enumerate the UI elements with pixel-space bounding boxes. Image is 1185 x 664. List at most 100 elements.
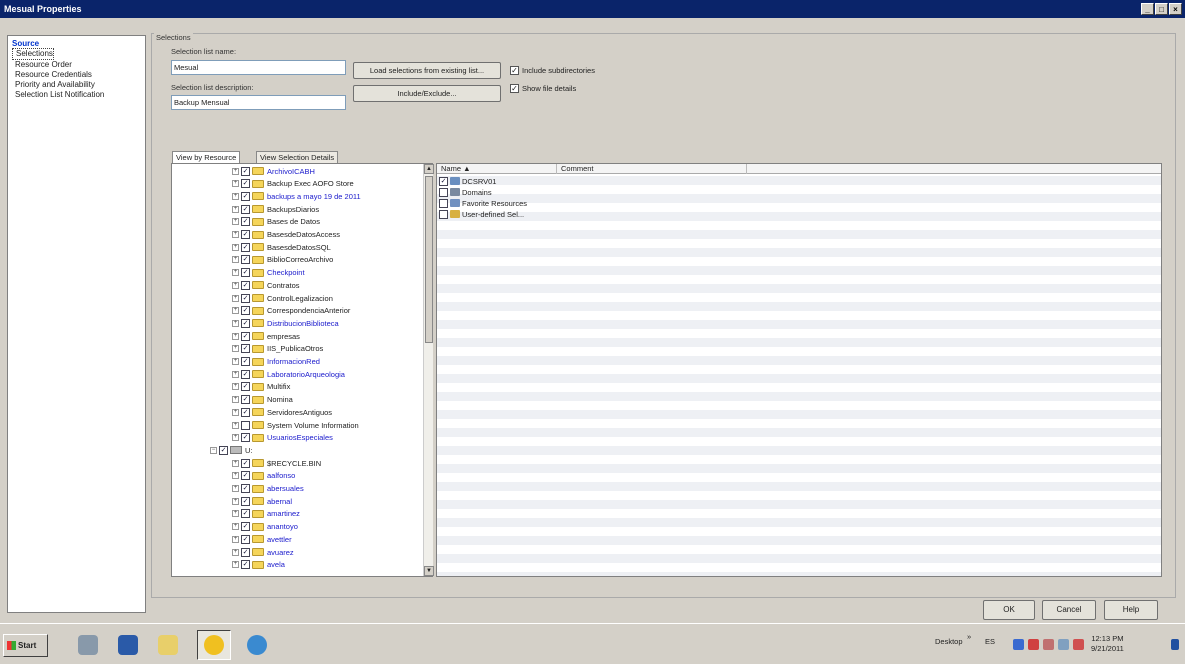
list-item[interactable]: Favorite Resources xyxy=(439,198,527,208)
tree-node[interactable]: + ✓ InformacionRed xyxy=(232,357,320,367)
nav-item-selections[interactable]: Selections xyxy=(12,48,54,60)
antivirus-icon[interactable] xyxy=(1073,639,1084,650)
expand-icon[interactable]: + xyxy=(232,231,239,238)
explorer-folder-icon[interactable] xyxy=(151,630,185,660)
tree-node[interactable]: + ✓ IIS_PublicaOtros xyxy=(232,344,323,354)
tree-node[interactable]: + ✓ DistribucionBiblioteca xyxy=(232,318,339,328)
list-item[interactable]: Domains xyxy=(439,187,492,197)
node-checkbox[interactable]: ✓ xyxy=(241,496,250,506)
tree-node[interactable]: + ✓ aalfonso xyxy=(232,471,295,481)
list-item-checkbox[interactable] xyxy=(439,198,448,208)
collapse-icon[interactable]: − xyxy=(210,446,217,454)
node-checkbox[interactable]: ✓ xyxy=(241,357,250,366)
node-checkbox[interactable]: ✓ xyxy=(241,458,250,468)
node-checkbox[interactable]: ✓ xyxy=(241,369,250,379)
tree-node[interactable]: + ✓ $RECYCLE.BIN xyxy=(232,458,321,468)
cancel-button[interactable]: Cancel xyxy=(1042,600,1096,620)
tree-node[interactable]: + ✓ abernal xyxy=(232,496,292,506)
expand-icon[interactable]: + xyxy=(232,319,239,327)
expand-icon[interactable]: + xyxy=(232,218,239,226)
start-button[interactable]: Start xyxy=(3,634,48,657)
show-desktop-icon[interactable] xyxy=(1171,639,1179,650)
expand-icon[interactable]: + xyxy=(232,561,239,569)
node-checkbox[interactable]: ✓ xyxy=(241,230,250,239)
tree-node[interactable]: + ✓ empresas xyxy=(232,331,300,341)
list-item-checkbox[interactable]: ✓ xyxy=(439,176,448,186)
help-button[interactable]: Help xyxy=(1104,600,1158,620)
expand-icon[interactable]: + xyxy=(232,383,239,391)
node-checkbox[interactable]: ✓ xyxy=(241,407,250,417)
expand-icon[interactable]: + xyxy=(232,192,239,200)
expand-icon[interactable]: + xyxy=(232,294,239,302)
selection-description-input[interactable]: Backup Mensual xyxy=(171,95,346,110)
expand-icon[interactable]: + xyxy=(232,269,239,277)
tree-node[interactable]: + ✓ ControlLegalizacion xyxy=(232,293,333,303)
include-subdirectories-checkbox[interactable]: ✓ Include subdirectories xyxy=(510,66,595,75)
node-checkbox[interactable]: ✓ xyxy=(241,306,250,316)
tree-node[interactable]: + ✓ Multifix xyxy=(232,382,290,392)
expand-icon[interactable]: + xyxy=(232,205,239,213)
nav-item-resource-order[interactable]: Resource Order xyxy=(12,60,141,70)
node-checkbox[interactable]: ✓ xyxy=(241,293,250,303)
network-icon[interactable] xyxy=(1013,639,1024,650)
node-checkbox[interactable]: ✓ xyxy=(241,242,250,252)
node-checkbox[interactable] xyxy=(241,420,250,430)
tree-node[interactable]: + ✓ Backup Exec AOFO Store xyxy=(232,179,354,189)
node-checkbox[interactable]: ✓ xyxy=(241,268,250,278)
tree-node[interactable]: + ✓ LaboratorioArqueologia xyxy=(232,369,345,379)
tree-node[interactable]: + ✓ Contratos xyxy=(232,280,300,290)
scroll-up-icon[interactable]: ▲ xyxy=(424,164,434,174)
node-checkbox[interactable]: ✓ xyxy=(241,318,250,328)
node-checkbox[interactable]: ✓ xyxy=(219,445,228,455)
node-checkbox[interactable]: ✓ xyxy=(241,547,250,557)
server-manager-icon[interactable] xyxy=(71,630,105,660)
expand-icon[interactable]: + xyxy=(232,256,239,264)
node-checkbox[interactable]: ✓ xyxy=(241,331,250,341)
expand-icon[interactable]: + xyxy=(232,485,239,492)
expand-icon[interactable]: + xyxy=(232,548,239,556)
list-item-checkbox[interactable] xyxy=(439,187,448,197)
expand-icon[interactable]: + xyxy=(232,497,239,505)
tree-node[interactable]: + ✓ avettler xyxy=(232,534,292,544)
node-checkbox[interactable]: ✓ xyxy=(241,522,250,532)
expand-icon[interactable]: + xyxy=(232,434,239,442)
node-checkbox[interactable]: ✓ xyxy=(241,395,250,405)
node-checkbox[interactable]: ✓ xyxy=(241,509,250,519)
language-indicator[interactable]: ES xyxy=(985,637,995,646)
node-checkbox[interactable]: ✓ xyxy=(241,471,250,481)
node-checkbox[interactable]: ✓ xyxy=(241,560,250,570)
desktop-toolbar[interactable]: Desktop xyxy=(935,637,963,646)
tree-node[interactable]: + ✓ amartinez xyxy=(232,509,300,519)
security-alert-icon[interactable] xyxy=(1043,639,1054,650)
show-details-checkbox[interactable]: ✓ Show file details xyxy=(510,84,576,93)
speaker-icon[interactable] xyxy=(1058,639,1069,650)
selection-name-input[interactable]: Mesual xyxy=(171,60,346,75)
expand-icon[interactable]: + xyxy=(232,180,239,188)
tree-node[interactable]: + ✓ BasesdeDatosAccess xyxy=(232,230,340,240)
node-checkbox[interactable]: ✓ xyxy=(241,382,250,392)
expand-icon[interactable]: + xyxy=(232,281,239,289)
load-selections-button[interactable]: Load selections from existing list... xyxy=(353,62,501,79)
node-checkbox[interactable]: ✓ xyxy=(241,433,250,443)
clock[interactable]: 12:13 PM 9/21/2011 xyxy=(1091,634,1124,654)
tree-node[interactable]: + ✓ BackupsDiarios xyxy=(232,204,319,214)
nav-item-resource-credentials[interactable]: Resource Credentials xyxy=(12,70,141,80)
shield-icon[interactable] xyxy=(1028,639,1039,650)
tree-node[interactable]: + ✓ avuarez xyxy=(232,547,294,557)
tree-node[interactable]: + ✓ BiblioCorreoArchivo xyxy=(232,255,333,265)
node-checkbox[interactable]: ✓ xyxy=(241,255,250,265)
tree-node[interactable]: + System Volume Information xyxy=(232,420,359,430)
list-item[interactable]: User-defined Sel... xyxy=(439,209,524,219)
node-checkbox[interactable]: ✓ xyxy=(241,166,250,176)
list-item-checkbox[interactable] xyxy=(439,209,448,219)
node-checkbox[interactable]: ✓ xyxy=(241,217,250,227)
scroll-thumb[interactable] xyxy=(425,176,433,343)
minimize-button[interactable]: _ xyxy=(1141,3,1154,15)
expand-icon[interactable]: + xyxy=(232,408,239,416)
tab-view-selection-details[interactable]: View Selection Details xyxy=(256,151,339,163)
nav-item-priority[interactable]: Priority and Availability xyxy=(12,80,141,90)
tree-node[interactable]: + ✓ abersuales xyxy=(232,484,304,494)
expand-icon[interactable]: + xyxy=(232,307,239,315)
expand-icon[interactable]: + xyxy=(232,523,239,531)
expand-icon[interactable]: + xyxy=(232,370,239,378)
